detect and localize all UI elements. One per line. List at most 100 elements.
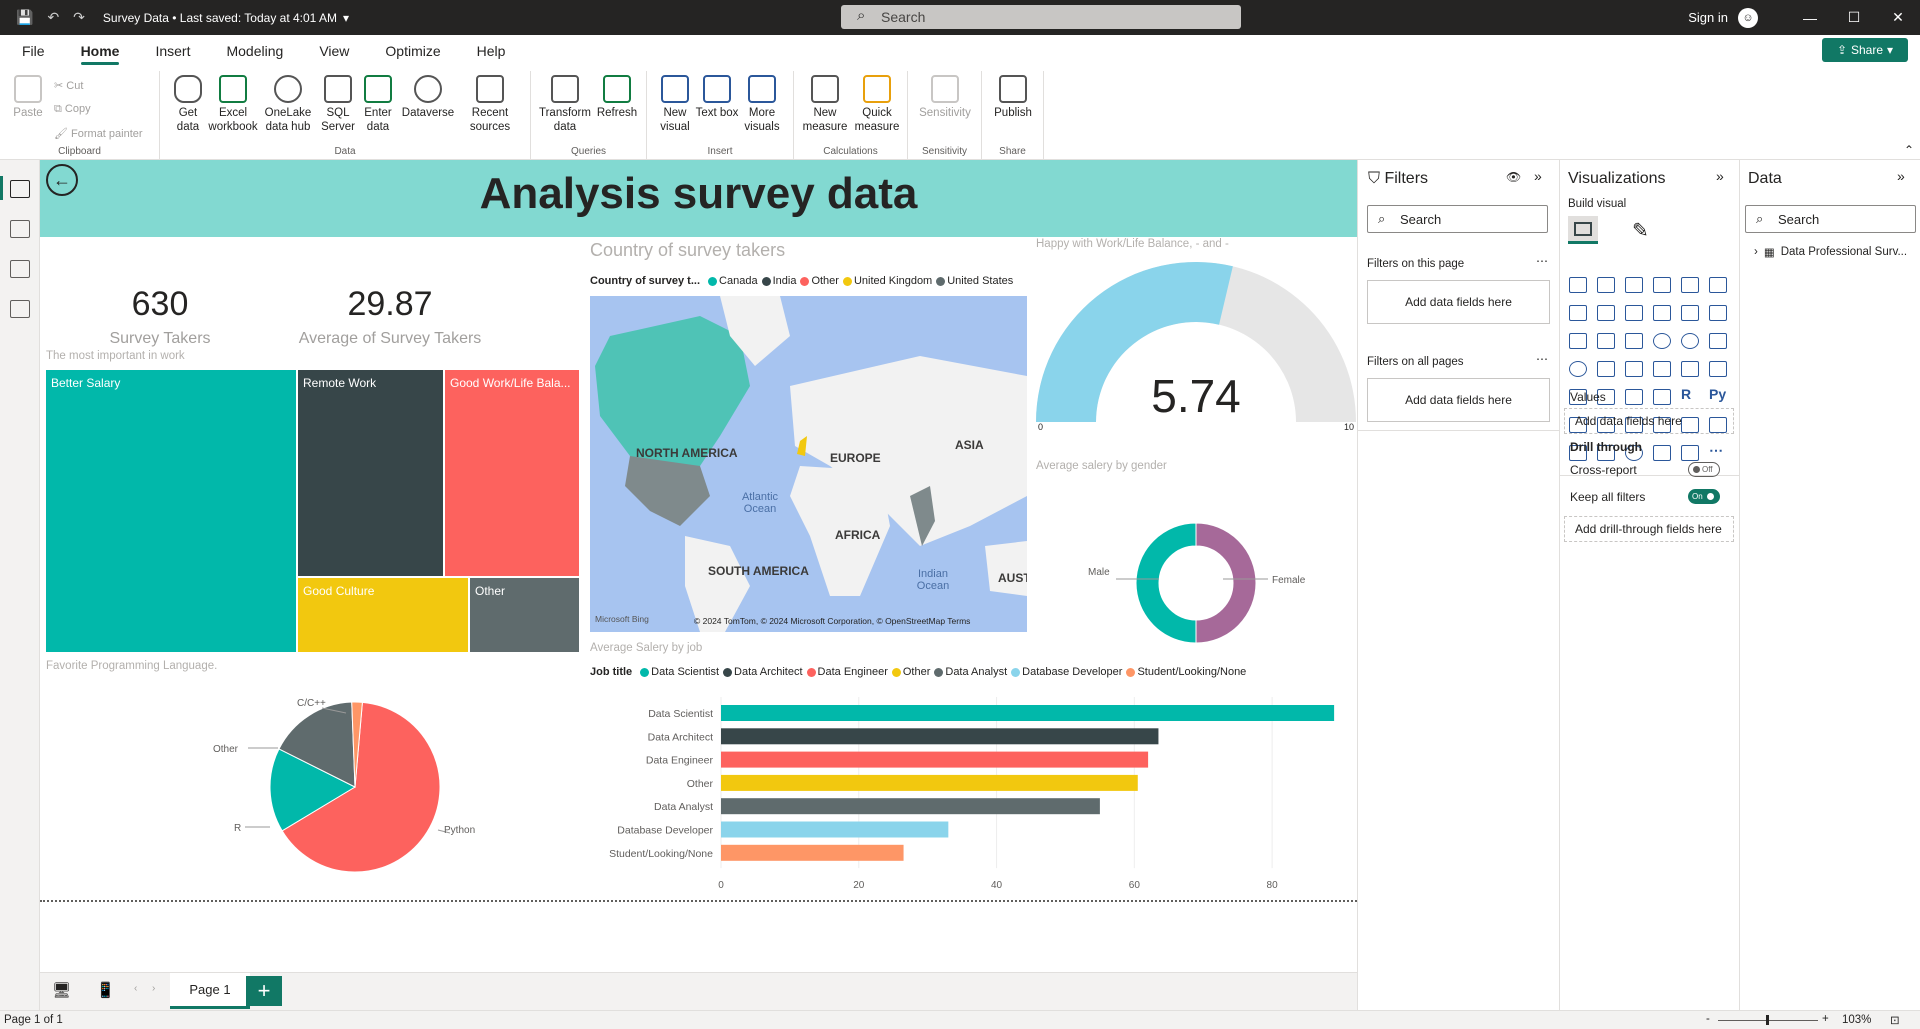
paste-button[interactable]: Paste [6,71,50,120]
maximize-icon[interactable]: ☐ [1832,9,1876,26]
add-page-button[interactable]: + [246,976,282,1006]
new-measure-button[interactable]: New measure [800,71,850,134]
gauge-icon[interactable] [1653,361,1671,377]
close-icon[interactable]: ✕ [1876,9,1920,26]
more-options-icon[interactable]: ⋯ [1536,352,1548,366]
python-visual-icon[interactable]: Py [1709,386,1727,402]
bar[interactable] [721,821,949,838]
enter-data-button[interactable]: Enter data [356,71,400,134]
map-attribution[interactable]: © 2024 TomTom, © 2024 Microsoft Corporat… [694,616,970,626]
legend-item[interactable]: United States [936,275,1013,287]
prev-page-icon[interactable]: ‹ [134,983,137,994]
collapse-pane-icon[interactable]: » [1716,168,1724,184]
diamond-visual-icon[interactable] [1653,445,1671,461]
treemap-tile[interactable]: Better Salary [46,370,296,652]
drill-through-drop-zone[interactable]: Add drill-through fields here [1564,516,1734,542]
onelake-button[interactable]: OneLake data hub [260,71,316,134]
kpi-survey-takers[interactable]: 630 Survey Takers [60,285,260,348]
dataverse-button[interactable]: Dataverse [400,71,456,120]
cut-button[interactable]: ✂ Cut [54,79,83,92]
legend-item[interactable]: Data Scientist [640,666,719,678]
sensitivity-button[interactable]: Sensitivity [912,71,978,120]
eye-icon[interactable]: 👁 [1506,170,1521,184]
stacked-area-icon[interactable] [1625,305,1643,321]
dax-query-icon[interactable] [10,300,30,318]
legend-item[interactable]: United Kingdom [842,275,932,287]
slice-female[interactable] [1195,522,1257,644]
publish-button[interactable]: Publish [988,71,1038,120]
donut-icon[interactable] [1681,333,1699,349]
donut-chart[interactable]: Male Female [1036,475,1356,665]
fit-page-icon[interactable]: ⊡ [1890,1013,1900,1027]
more-visuals-icon[interactable]: ⋯ [1709,442,1727,458]
keep-filters-toggle[interactable]: On [1688,489,1720,504]
excel-button[interactable]: Excel workbook [208,71,258,134]
menu-modeling[interactable]: Modeling [208,35,301,67]
treemap-tile[interactable]: Remote Work [298,370,443,576]
r-visual-icon[interactable]: R [1681,386,1699,402]
line-column-icon[interactable] [1653,305,1671,321]
report-canvas[interactable]: ← Analysis survey data 630 Survey Takers… [40,160,1357,972]
stacked-column-icon[interactable] [1597,277,1615,293]
new-visual-button[interactable]: New visual [653,71,697,134]
zoom-out-icon[interactable]: - [1706,1013,1710,1025]
bar[interactable] [721,798,1100,815]
legend-item[interactable]: Database Developer [1011,666,1122,678]
clustered-column-icon[interactable] [1653,277,1671,293]
line-chart-icon[interactable] [1569,305,1587,321]
gauge-chart[interactable]: 5.74 0 10 [1036,252,1356,432]
bar[interactable] [721,705,1335,721]
more-visuals-button[interactable]: More visuals [737,71,787,134]
filters-search-input[interactable]: ⌕ Search [1367,205,1548,233]
cross-report-toggle[interactable]: Off [1688,462,1720,477]
menu-view[interactable]: View [301,35,367,67]
sql-server-button[interactable]: SQL Server [316,71,360,134]
clustered-bar-icon[interactable] [1625,277,1643,293]
area-chart-icon[interactable] [1597,305,1615,321]
report-view-icon[interactable] [10,180,30,198]
undo-icon[interactable]: ↶ [47,9,59,26]
model-view-icon[interactable] [10,260,30,278]
data-table-item[interactable]: › ▦ Data Professional Surv... [1754,245,1907,259]
legend-item[interactable]: Canada [708,275,758,287]
data-search-input[interactable]: ⌕ Search [1745,205,1916,233]
pie-chart[interactable]: C/C++ Other R Python [150,675,510,885]
map-icon[interactable] [1569,361,1587,377]
text-box-button[interactable]: Text box [695,71,739,120]
treemap-icon[interactable] [1709,333,1727,349]
filled-map-icon[interactable] [1597,361,1615,377]
legend-item[interactable]: Data Architect [723,666,803,678]
legend-item[interactable]: Student/Looking/None [1126,666,1246,678]
build-visual-tab[interactable] [1568,216,1598,244]
azure-map-icon[interactable] [1625,361,1643,377]
bar-chart[interactable]: 0 20 40 60 80 Data Scientist Data Architect Dat… [590,685,1360,915]
legend-item[interactable]: Other [800,275,839,287]
collapse-pane-icon[interactable]: » [1897,168,1905,184]
get-data-button[interactable]: Get data [166,71,210,134]
card-icon[interactable] [1681,361,1699,377]
sign-in-link[interactable]: Sign in [1688,10,1728,25]
world-map[interactable]: NORTH AMERICA EUROPE ASIA AFRICA SOUTH A… [590,296,1027,632]
waterfall-icon[interactable] [1569,333,1587,349]
menu-insert[interactable]: Insert [137,35,208,67]
zoom-in-icon[interactable]: + [1822,1013,1829,1025]
redo-icon[interactable]: ↷ [73,9,85,26]
zoom-level[interactable]: 103% [1842,1014,1871,1026]
menu-home[interactable]: Home [63,35,138,67]
kpi-average[interactable]: 29.87 Average of Survey Takers [250,285,530,348]
values-drop-zone[interactable]: Add data fields here [1564,408,1734,434]
legend-item[interactable]: Other [891,666,930,678]
line-stacked-icon[interactable] [1681,305,1699,321]
menu-optimize[interactable]: Optimize [367,35,458,67]
tab-page-1[interactable]: Page 1 [170,973,250,1009]
format-visual-icon[interactable]: ✎ [1632,218,1649,243]
table-icon[interactable] [1625,389,1643,405]
bar[interactable] [721,728,1159,745]
menu-help[interactable]: Help [459,35,524,67]
search-box[interactable]: ⌕ Search [841,5,1241,29]
menu-file[interactable]: File [0,35,63,67]
filters-all-drop-zone[interactable]: Add data fields here [1367,378,1550,422]
document-title[interactable]: Survey Data • Last saved: Today at 4:01 … [103,11,337,25]
treemap-tile[interactable]: Good Work/Life Bala... [445,370,579,576]
collapse-pane-icon[interactable]: » [1534,168,1542,184]
